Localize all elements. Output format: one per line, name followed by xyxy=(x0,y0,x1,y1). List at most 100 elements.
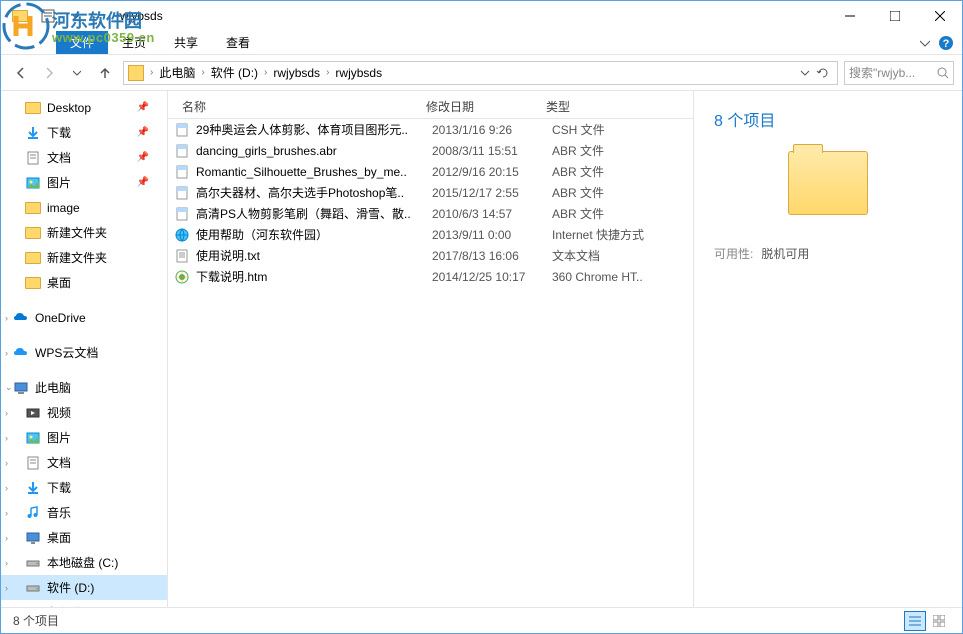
ribbon-file-tab[interactable]: 文件 xyxy=(56,31,108,54)
sidebar-item-label: 文档 xyxy=(47,149,71,166)
breadcrumb-item[interactable]: 软件 (D:) xyxy=(207,64,262,81)
sidebar-item-label: WPS云文档 xyxy=(35,344,98,361)
file-row[interactable]: Romantic_Silhouette_Brushes_by_me..2012/… xyxy=(168,161,693,182)
file-date: 2012/9/16 20:15 xyxy=(432,165,552,179)
sidebar-thispc[interactable]: ⌄ 此电脑 xyxy=(1,375,167,400)
window-title: rwjybsds xyxy=(116,9,163,23)
file-row[interactable]: dancing_girls_brushes.abr2008/3/11 15:51… xyxy=(168,140,693,161)
sidebar-pc-item[interactable]: ›视频 xyxy=(1,400,167,425)
breadcrumb-bar[interactable]: › 此电脑 › 软件 (D:) › rwjybsds › rwjybsds xyxy=(123,61,838,85)
expand-icon[interactable]: › xyxy=(5,483,8,493)
help-icon[interactable]: ? xyxy=(938,35,954,51)
expand-icon[interactable]: › xyxy=(5,558,8,568)
file-type: Internet 快捷方式 xyxy=(552,226,672,243)
sidebar-pc-item[interactable]: › 文档 xyxy=(1,450,167,475)
expand-icon[interactable]: › xyxy=(5,583,8,593)
pin-icon: 📌 xyxy=(137,177,149,188)
sidebar-item-label: 图片 xyxy=(47,174,71,191)
expand-icon[interactable]: › xyxy=(5,458,8,468)
sidebar-pc-item[interactable]: ›软件 (D:) xyxy=(1,575,167,600)
qat-dropdown[interactable] xyxy=(65,5,87,27)
drive-icon xyxy=(25,580,41,596)
picture-icon xyxy=(25,430,41,446)
refresh-icon[interactable] xyxy=(815,63,831,83)
chevron-right-icon[interactable]: › xyxy=(262,67,269,78)
column-headers: 名称 修改日期 类型 xyxy=(168,95,693,119)
sidebar-quick-item[interactable]: Desktop📌 xyxy=(1,95,167,120)
sidebar-pc-item[interactable]: ›桌面 xyxy=(1,525,167,550)
folder-icon xyxy=(25,275,41,291)
address-bar: › 此电脑 › 软件 (D:) › rwjybsds › rwjybsds 搜索… xyxy=(1,55,962,91)
sidebar-quick-item[interactable]: 下载📌 xyxy=(1,120,167,145)
file-row[interactable]: 使用帮助（河东软件园）2013/9/11 0:00Internet 快捷方式 xyxy=(168,224,693,245)
file-date: 2013/1/16 9:26 xyxy=(432,123,552,137)
file-row[interactable]: 29种奥运会人体剪影、体育项目图形元..2013/1/16 9:26CSH 文件 xyxy=(168,119,693,140)
nav-back-button[interactable] xyxy=(9,61,33,85)
expand-icon[interactable]: › xyxy=(5,313,8,323)
sidebar-pc-item[interactable]: ›备份[勿删] (E:) xyxy=(1,600,167,607)
sidebar-pc-item[interactable]: ›本地磁盘 (C:) xyxy=(1,550,167,575)
download-icon xyxy=(25,480,41,496)
breadcrumb-item[interactable]: rwjybsds xyxy=(269,66,324,80)
sidebar-pc-item[interactable]: ›下载 xyxy=(1,475,167,500)
svg-text:?: ? xyxy=(943,38,950,50)
sidebar-quick-item[interactable]: 新建文件夹 xyxy=(1,245,167,270)
nav-forward-button[interactable] xyxy=(37,61,61,85)
column-date[interactable]: 修改日期 xyxy=(426,98,546,115)
ribbon-tab-view[interactable]: 查看 xyxy=(212,31,264,54)
sidebar-quick-item[interactable]: 文档📌 xyxy=(1,145,167,170)
nav-up-button[interactable] xyxy=(93,61,117,85)
sidebar-pc-item[interactable]: › 图片 xyxy=(1,425,167,450)
expand-icon[interactable]: › xyxy=(5,348,8,358)
sidebar-item-label: 此电脑 xyxy=(35,379,71,396)
nav-recent-dropdown[interactable] xyxy=(65,61,89,85)
status-text: 8 个项目 xyxy=(13,612,59,629)
chevron-right-icon[interactable]: › xyxy=(148,67,155,78)
ribbon-tab-share[interactable]: 共享 xyxy=(160,31,212,54)
expand-icon[interactable]: › xyxy=(5,433,8,443)
sidebar-item-label: 图片 xyxy=(47,429,71,446)
chevron-right-icon[interactable]: › xyxy=(324,67,331,78)
qat-properties[interactable] xyxy=(37,5,59,27)
sidebar-item-label: 文档 xyxy=(47,454,71,471)
view-details-button[interactable] xyxy=(904,611,926,631)
sidebar-quick-item[interactable]: 新建文件夹 xyxy=(1,220,167,245)
view-icons-button[interactable] xyxy=(928,611,950,631)
sidebar-quick-item[interactable]: 桌面 xyxy=(1,270,167,295)
file-row[interactable]: 下载说明.htm2014/12/25 10:17360 Chrome HT.. xyxy=(168,266,693,287)
ribbon-expand-icon[interactable] xyxy=(920,38,930,48)
expand-icon[interactable]: › xyxy=(5,408,8,418)
search-icon xyxy=(937,67,949,79)
file-date: 2015/12/17 2:55 xyxy=(432,186,552,200)
column-type[interactable]: 类型 xyxy=(546,98,666,115)
close-button[interactable] xyxy=(917,1,962,30)
file-name: Romantic_Silhouette_Brushes_by_me.. xyxy=(196,165,432,179)
sidebar-quick-item[interactable]: 图片 📌 xyxy=(1,170,167,195)
file-type: ABR 文件 xyxy=(552,205,672,222)
title-separator: = xyxy=(93,9,100,23)
desktop-icon xyxy=(25,530,41,546)
maximize-button[interactable] xyxy=(872,1,917,30)
expand-icon[interactable]: › xyxy=(5,533,8,543)
chevron-right-icon[interactable]: › xyxy=(199,67,206,78)
ribbon-tab-home[interactable]: 主页 xyxy=(108,31,160,54)
sidebar-onedrive[interactable]: › OneDrive xyxy=(1,305,167,330)
details-pane: 8 个项目 可用性: 脱机可用 xyxy=(694,91,962,607)
file-row[interactable]: 高尔夫器材、高尔夫选手Photoshop笔..2015/12/17 2:55AB… xyxy=(168,182,693,203)
file-row[interactable]: 使用说明.txt2017/8/13 16:06文本文档 xyxy=(168,245,693,266)
sidebar-pc-item[interactable]: ›音乐 xyxy=(1,500,167,525)
music-icon xyxy=(25,505,41,521)
collapse-icon[interactable]: ⌄ xyxy=(5,382,13,393)
file-row[interactable]: 高清PS人物剪影笔刷（舞蹈、滑雪、散..2010/6/3 14:57ABR 文件 xyxy=(168,203,693,224)
search-input[interactable]: 搜索"rwjyb... xyxy=(844,61,954,85)
minimize-button[interactable] xyxy=(827,1,872,30)
file-name: 下载说明.htm xyxy=(196,268,432,285)
breadcrumb-dropdown-icon[interactable] xyxy=(797,63,813,83)
sidebar-wps[interactable]: › WPS云文档 xyxy=(1,340,167,365)
column-name[interactable]: 名称 xyxy=(168,98,426,115)
sidebar-quick-item[interactable]: image xyxy=(1,195,167,220)
expand-icon[interactable]: › xyxy=(5,508,8,518)
breadcrumb-item[interactable]: 此电脑 xyxy=(155,64,199,81)
file-icon xyxy=(174,227,190,243)
breadcrumb-item[interactable]: rwjybsds xyxy=(331,66,386,80)
